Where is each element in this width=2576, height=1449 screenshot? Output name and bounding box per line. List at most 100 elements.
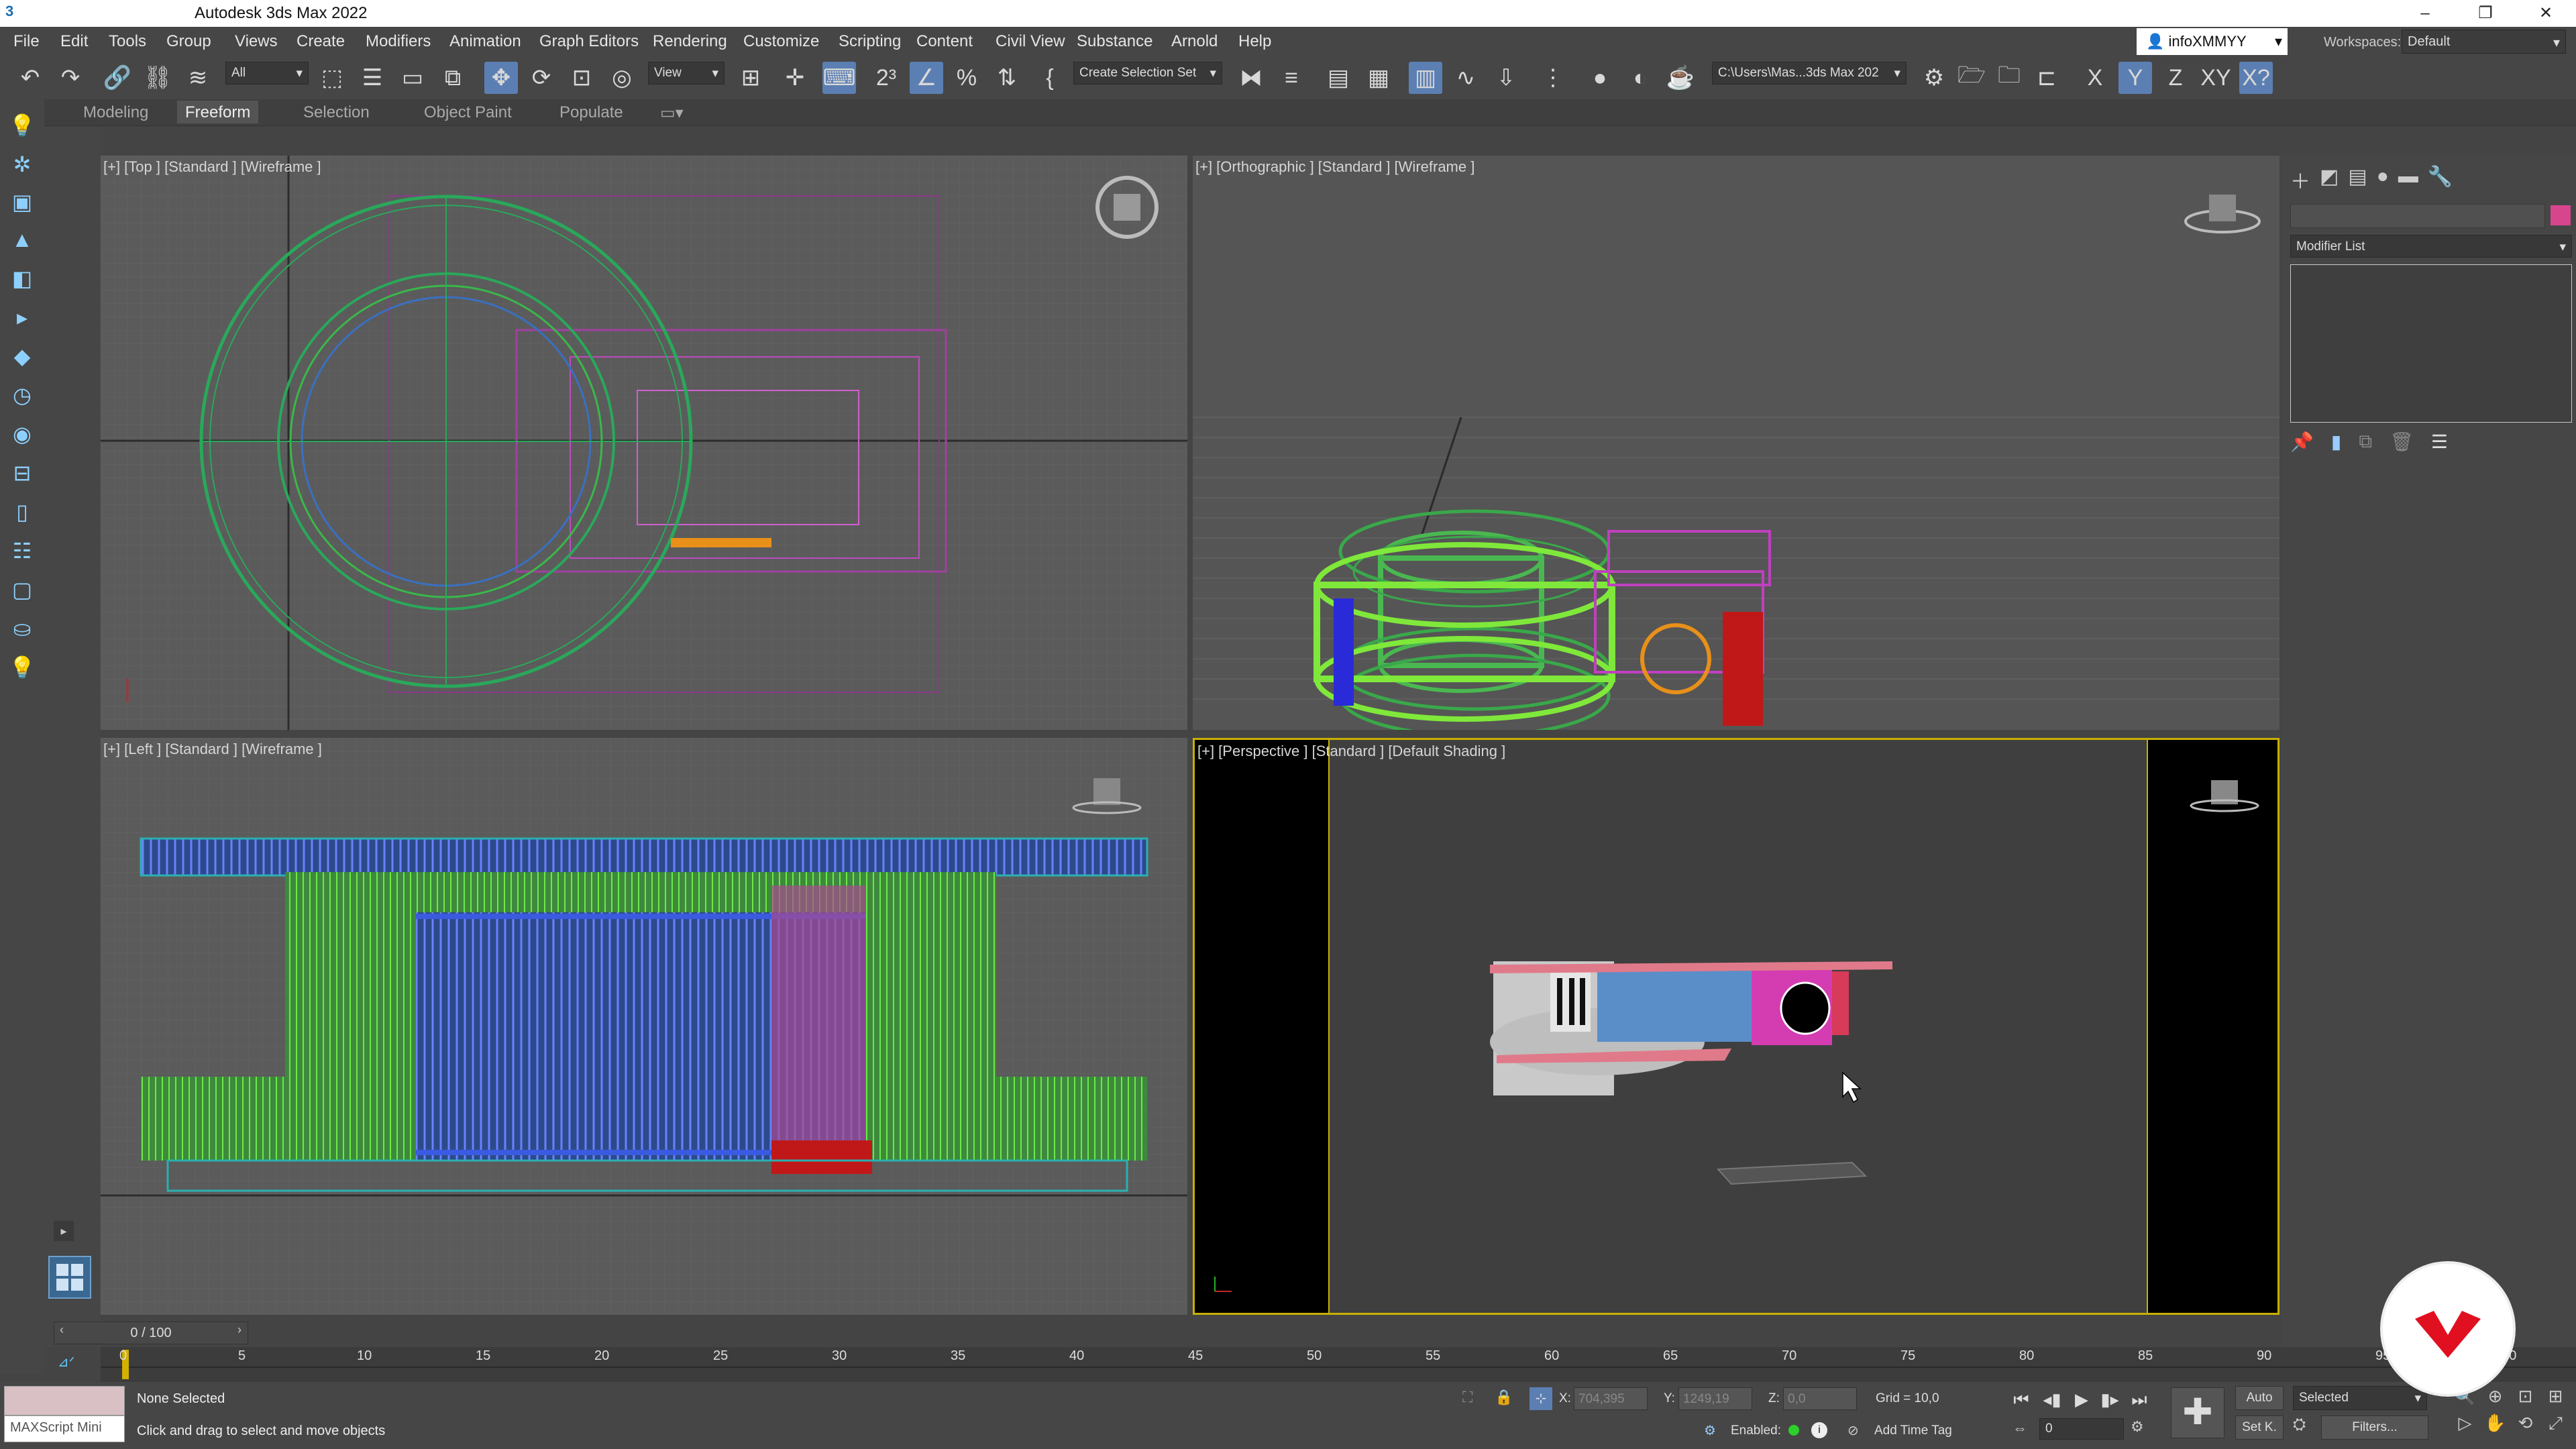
maximize-viewport-icon[interactable]: ⤢ [2540, 1413, 2571, 1440]
filters-button[interactable]: Filters... [2321, 1415, 2428, 1440]
menu-graph-editors[interactable]: Graph Editors [539, 32, 639, 51]
object-color-swatch[interactable] [2551, 205, 2571, 225]
menu-edit[interactable]: Edit [60, 32, 88, 51]
menu-views[interactable]: Views [235, 32, 278, 51]
undo-icon[interactable]: ↶ [13, 62, 47, 94]
viewport-label-ortho[interactable]: [+] [Orthographic ] [Standard ] [Wirefra… [1193, 156, 1477, 178]
time-config-icon[interactable]: ⇔ [2012, 1419, 2027, 1437]
viewport-label-persp[interactable]: [+] [Perspective ] [Standard ] [Default … [1195, 740, 1508, 763]
viewport-perspective[interactable]: [+] [Perspective ] [Standard ] [Default … [1193, 738, 2279, 1315]
pan-icon[interactable]: ✋ [2480, 1413, 2510, 1440]
manipulate-icon[interactable]: ✛ [778, 62, 812, 94]
menu-animation[interactable]: Animation [449, 32, 521, 51]
spinner-snap-icon[interactable]: ⇅ [990, 62, 1024, 94]
make-unique-icon[interactable]: ⧉ [2359, 431, 2372, 460]
hierarchy-tab-icon[interactable]: ▤ [2348, 165, 2367, 197]
axis-xy-button[interactable]: XY [2199, 62, 2233, 94]
x-coord-field[interactable]: 704,395 [1574, 1387, 1648, 1410]
set-project-icon[interactable]: ⚙ [1917, 62, 1951, 94]
y-coord-field[interactable]: 1249,19 [1678, 1387, 1752, 1410]
current-frame-field[interactable]: 0 [2039, 1418, 2124, 1440]
menu-substance[interactable]: Substance [1077, 32, 1152, 51]
create-window-icon[interactable]: ▢ [7, 574, 38, 605]
select-move-icon[interactable]: ✥ [484, 62, 518, 94]
utilities-tab-icon[interactable]: 🔧 [2428, 165, 2453, 197]
mini-curve-editor-icon[interactable]: ⊿ᐟ [58, 1354, 98, 1377]
create-helper-icon[interactable]: ✲ [7, 149, 38, 180]
dope-sheet-icon[interactable]: ⇩ [1489, 62, 1523, 94]
window-crossing-icon[interactable]: ⧉ [436, 62, 470, 94]
schematic-view-icon[interactable]: ⋮ [1536, 62, 1570, 94]
unlink-icon[interactable]: ⛓ [141, 62, 174, 94]
viewport-layout-icon[interactable] [48, 1256, 91, 1299]
create-camera-icon[interactable]: ▸ [7, 302, 38, 333]
tab-selection[interactable]: Selection [295, 101, 378, 123]
menu-tools[interactable]: Tools [109, 32, 146, 51]
select-by-name-icon[interactable]: ☰ [356, 62, 389, 94]
menu-help[interactable]: Help [1238, 32, 1271, 51]
tab-modeling[interactable]: Modeling [75, 101, 156, 123]
next-frame-icon[interactable]: ▮▸ [2097, 1387, 2123, 1411]
menu-scripting[interactable]: Scripting [839, 32, 901, 51]
minimize-button[interactable]: – [2395, 0, 2455, 27]
create-particle-icon[interactable]: ◉ [7, 419, 38, 449]
create-aec-icon[interactable]: ⛀ [7, 613, 38, 644]
motion-tab-icon[interactable]: ● [2377, 165, 2389, 197]
tab-freeform[interactable]: Freeform [177, 101, 259, 123]
expand-arrow-icon[interactable]: ▸ [54, 1221, 74, 1241]
modifier-stack[interactable] [2290, 264, 2572, 423]
z-coord-field[interactable]: 0,0 [1783, 1387, 1857, 1410]
menu-arnold[interactable]: Arnold [1171, 32, 1218, 51]
maxscript-mini-input[interactable]: MAXScript Mini [4, 1415, 125, 1442]
create-stairs-icon[interactable]: ☷ [7, 535, 38, 566]
named-selection-select[interactable]: Create Selection Set ▾ [1073, 62, 1222, 85]
placement-icon[interactable]: ◎ [605, 62, 639, 94]
timeline-track[interactable]: 0510152025303540455055606570758085909510… [101, 1347, 2576, 1382]
selection-lock-icon[interactable]: 🔒 [1495, 1389, 1513, 1406]
object-name-field[interactable] [2290, 204, 2545, 228]
pin-stack-icon[interactable]: 📌 [2290, 431, 2314, 460]
pivot-center-icon[interactable]: ⊞ [734, 62, 767, 94]
edit-named-selection-icon[interactable]: { [1033, 62, 1067, 94]
scene-explorer-icon[interactable]: ▥ [1409, 62, 1442, 94]
create-tab-icon[interactable]: ＋ [2290, 165, 2310, 197]
axis-x-button[interactable]: X [2078, 62, 2112, 94]
rect-selection-icon[interactable]: ▭ [396, 62, 429, 94]
field-of-view-icon[interactable]: ▷ [2450, 1413, 2480, 1440]
material-editor-icon[interactable]: ● [1583, 62, 1617, 94]
render-setup-icon[interactable]: ◐ [1623, 62, 1657, 94]
axis-constraint-toggle-icon[interactable]: X? [2239, 62, 2273, 94]
play-icon[interactable]: ▶ [2069, 1387, 2094, 1411]
redo-icon[interactable]: ↷ [54, 62, 87, 94]
tab-object-paint[interactable]: Object Paint [416, 101, 520, 123]
go-to-start-icon[interactable]: ⏮ [2008, 1387, 2034, 1411]
menu-group[interactable]: Group [166, 32, 211, 51]
snaps-toggle-icon[interactable]: 2³ [869, 62, 903, 94]
zoom-extents-all-icon[interactable]: ⊞ [2540, 1386, 2571, 1413]
auto-key-button[interactable]: Auto [2235, 1386, 2284, 1410]
ribbon-options-icon[interactable]: ▭▾ [652, 101, 692, 123]
isolate-selection-icon[interactable]: ⛶ [1462, 1389, 1472, 1406]
modify-tab-icon[interactable]: ◩ [2320, 165, 2339, 197]
bind-space-warp-icon[interactable]: ≋ [181, 62, 215, 94]
maxscript-listener-output[interactable] [4, 1386, 125, 1415]
remove-modifier-icon[interactable]: 🗑 [2390, 431, 2414, 460]
layer-explorer-icon[interactable]: ▤ [1322, 62, 1355, 94]
select-rotate-icon[interactable]: ⟳ [525, 62, 558, 94]
create-geometry-icon[interactable]: ▲ [7, 224, 38, 255]
workspace-select[interactable]: Default ▾ [2402, 30, 2566, 54]
create-door-icon[interactable]: ▯ [7, 496, 38, 527]
create-object-icon[interactable]: ▣ [7, 186, 38, 217]
go-to-end-icon[interactable]: ⏭ [2127, 1387, 2152, 1411]
time-slider[interactable]: 0 / 100 [54, 1322, 248, 1344]
open-file-icon[interactable]: 🗁 [1955, 62, 1988, 94]
angle-snap-icon[interactable]: ∠ [910, 62, 943, 94]
time-slider-next-icon[interactable]: › [231, 1323, 248, 1343]
menu-file[interactable]: File [13, 32, 40, 51]
time-tag-icon[interactable]: ⊘ [1847, 1422, 1859, 1439]
info-icon[interactable]: i [1811, 1422, 1827, 1438]
percent-snap-icon[interactable]: % [950, 62, 983, 94]
create-spacewarp-icon[interactable]: ◆ [7, 341, 38, 372]
zoom-extents-icon[interactable]: ⊡ [2510, 1386, 2540, 1413]
set-key-icon[interactable]: ✚ [2171, 1387, 2224, 1438]
